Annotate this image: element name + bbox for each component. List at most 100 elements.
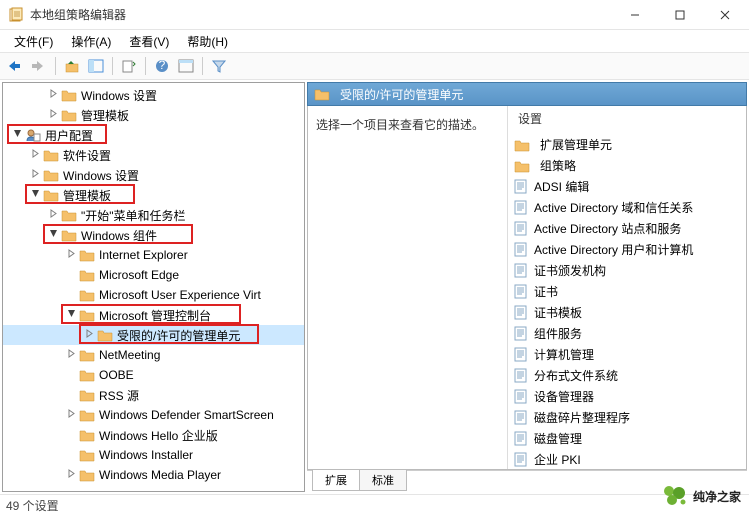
expand-icon[interactable] <box>63 349 79 361</box>
list-item-label: 计算机管理 <box>534 346 594 363</box>
user-config-icon <box>25 128 45 142</box>
tree-item[interactable]: Windows Installer <box>3 445 304 465</box>
properties-button[interactable] <box>175 55 197 77</box>
forward-button[interactable] <box>28 55 50 77</box>
tree-item[interactable]: Windows Hello 企业版 <box>3 425 304 445</box>
folder-icon <box>43 188 63 202</box>
tree-item[interactable]: 管理模板 <box>3 185 304 205</box>
collapse-icon[interactable] <box>9 129 25 141</box>
collapse-icon[interactable] <box>63 309 79 321</box>
svg-text:?: ? <box>159 59 166 72</box>
close-button[interactable] <box>702 1 747 29</box>
tree-item[interactable]: RSS 源 <box>3 385 304 405</box>
tree-item[interactable]: Microsoft Edge <box>3 265 304 285</box>
up-button[interactable] <box>61 55 83 77</box>
tree-item[interactable]: NetMeeting <box>3 345 304 365</box>
list-item-label: 分布式文件系统 <box>534 367 618 384</box>
list-item-label: 设备管理器 <box>534 388 594 405</box>
expand-icon[interactable] <box>63 469 79 481</box>
expand-icon[interactable] <box>63 409 79 421</box>
folder-icon <box>514 159 534 173</box>
expand-icon[interactable] <box>27 149 43 161</box>
collapse-icon[interactable] <box>27 189 43 201</box>
tab-extended[interactable]: 扩展 <box>312 470 360 491</box>
tree-item-label: Microsoft 管理控制台 <box>99 307 211 324</box>
list-item[interactable]: 扩展管理单元 <box>508 134 746 155</box>
tree-item[interactable]: Windows 组件 <box>3 225 304 245</box>
minimize-button[interactable] <box>612 1 657 29</box>
expand-icon[interactable] <box>45 109 61 121</box>
setting-icon <box>514 326 528 341</box>
watermark-icon <box>661 485 687 507</box>
tree-item[interactable]: Windows 设置 <box>3 85 304 105</box>
menu-action[interactable]: 操作(A) <box>63 31 119 52</box>
expand-icon[interactable] <box>27 169 43 181</box>
tree-item[interactable]: Windows Media Player <box>3 465 304 485</box>
list-item[interactable]: 磁盘碎片整理程序 <box>508 407 746 428</box>
expand-icon[interactable] <box>63 249 79 261</box>
list-item[interactable]: 证书模板 <box>508 302 746 323</box>
maximize-button[interactable] <box>657 1 702 29</box>
tree-item[interactable]: Microsoft User Experience Virt <box>3 285 304 305</box>
tree-pane[interactable]: Windows 设置管理模板用户配置软件设置Windows 设置管理模板"开始"… <box>2 82 305 492</box>
list-item-label: Active Directory 域和信任关系 <box>534 199 693 216</box>
show-hide-tree-button[interactable] <box>85 55 107 77</box>
expand-icon[interactable] <box>45 89 61 101</box>
tree-item[interactable]: 用户配置 <box>3 125 304 145</box>
export-button[interactable] <box>118 55 140 77</box>
settings-header[interactable]: 设置 <box>508 106 746 134</box>
list-item[interactable]: 计算机管理 <box>508 344 746 365</box>
tree-item[interactable]: Internet Explorer <box>3 245 304 265</box>
list-item[interactable]: 分布式文件系统 <box>508 365 746 386</box>
list-item[interactable]: 组策略 <box>508 155 746 176</box>
list-item[interactable]: 组件服务 <box>508 323 746 344</box>
tree-item[interactable]: 软件设置 <box>3 145 304 165</box>
filter-button[interactable] <box>208 55 230 77</box>
tree-item[interactable]: OOBE <box>3 365 304 385</box>
tree-item-label: Windows Defender SmartScreen <box>99 408 274 422</box>
expand-icon[interactable] <box>81 329 97 341</box>
folder-icon <box>79 468 99 482</box>
titlebar: 本地组策略编辑器 <box>0 0 749 30</box>
menu-file[interactable]: 文件(F) <box>6 31 61 52</box>
tree-item-label: Microsoft Edge <box>99 268 179 282</box>
tree-item-label: 管理模板 <box>63 187 111 204</box>
list-item-label: 证书颁发机构 <box>534 262 606 279</box>
collapse-icon[interactable] <box>45 229 61 241</box>
tree-item[interactable]: Windows 设置 <box>3 165 304 185</box>
tree-item[interactable]: 受限的/许可的管理单元 <box>3 325 304 345</box>
tree-item[interactable]: "开始"菜单和任务栏 <box>3 205 304 225</box>
list-item-label: 证书模板 <box>534 304 582 321</box>
separator <box>202 57 203 75</box>
tree-item[interactable]: Windows Defender SmartScreen <box>3 405 304 425</box>
back-button[interactable] <box>4 55 26 77</box>
help-button[interactable]: ? <box>151 55 173 77</box>
watermark: 纯净之家 <box>661 485 741 507</box>
list-item-label: 磁盘碎片整理程序 <box>534 409 630 426</box>
tree-item-label: RSS 源 <box>99 387 139 404</box>
tab-standard[interactable]: 标准 <box>359 470 407 491</box>
tree-item[interactable]: Microsoft 管理控制台 <box>3 305 304 325</box>
tree-item-label: 用户配置 <box>45 127 93 144</box>
list-item[interactable]: Active Directory 用户和计算机 <box>508 239 746 260</box>
folder-icon <box>79 448 99 462</box>
menu-view[interactable]: 查看(V) <box>121 31 177 52</box>
folder-icon <box>79 368 99 382</box>
menu-help[interactable]: 帮助(H) <box>179 31 236 52</box>
setting-icon <box>514 431 528 446</box>
list-item[interactable]: 磁盘管理 <box>508 428 746 449</box>
settings-list[interactable]: 设置 扩展管理单元组策略ADSI 编辑 Active Directory 域和信任… <box>508 106 746 469</box>
list-item[interactable]: 企业 PKI <box>508 449 746 469</box>
folder-icon <box>79 428 99 442</box>
list-item[interactable]: 设备管理器 <box>508 386 746 407</box>
folder-icon <box>79 308 99 322</box>
list-item[interactable]: 证书颁发机构 <box>508 260 746 281</box>
separator <box>112 57 113 75</box>
right-pane: 受限的/许可的管理单元 选择一个项目来查看它的描述。 设置 扩展管理单元组策略A… <box>307 82 747 492</box>
list-item[interactable]: 证书 <box>508 281 746 302</box>
list-item[interactable]: Active Directory 站点和服务 <box>508 218 746 239</box>
expand-icon[interactable] <box>45 209 61 221</box>
tree-item[interactable]: 管理模板 <box>3 105 304 125</box>
list-item[interactable]: ADSI 编辑 <box>508 176 746 197</box>
list-item[interactable]: Active Directory 域和信任关系 <box>508 197 746 218</box>
